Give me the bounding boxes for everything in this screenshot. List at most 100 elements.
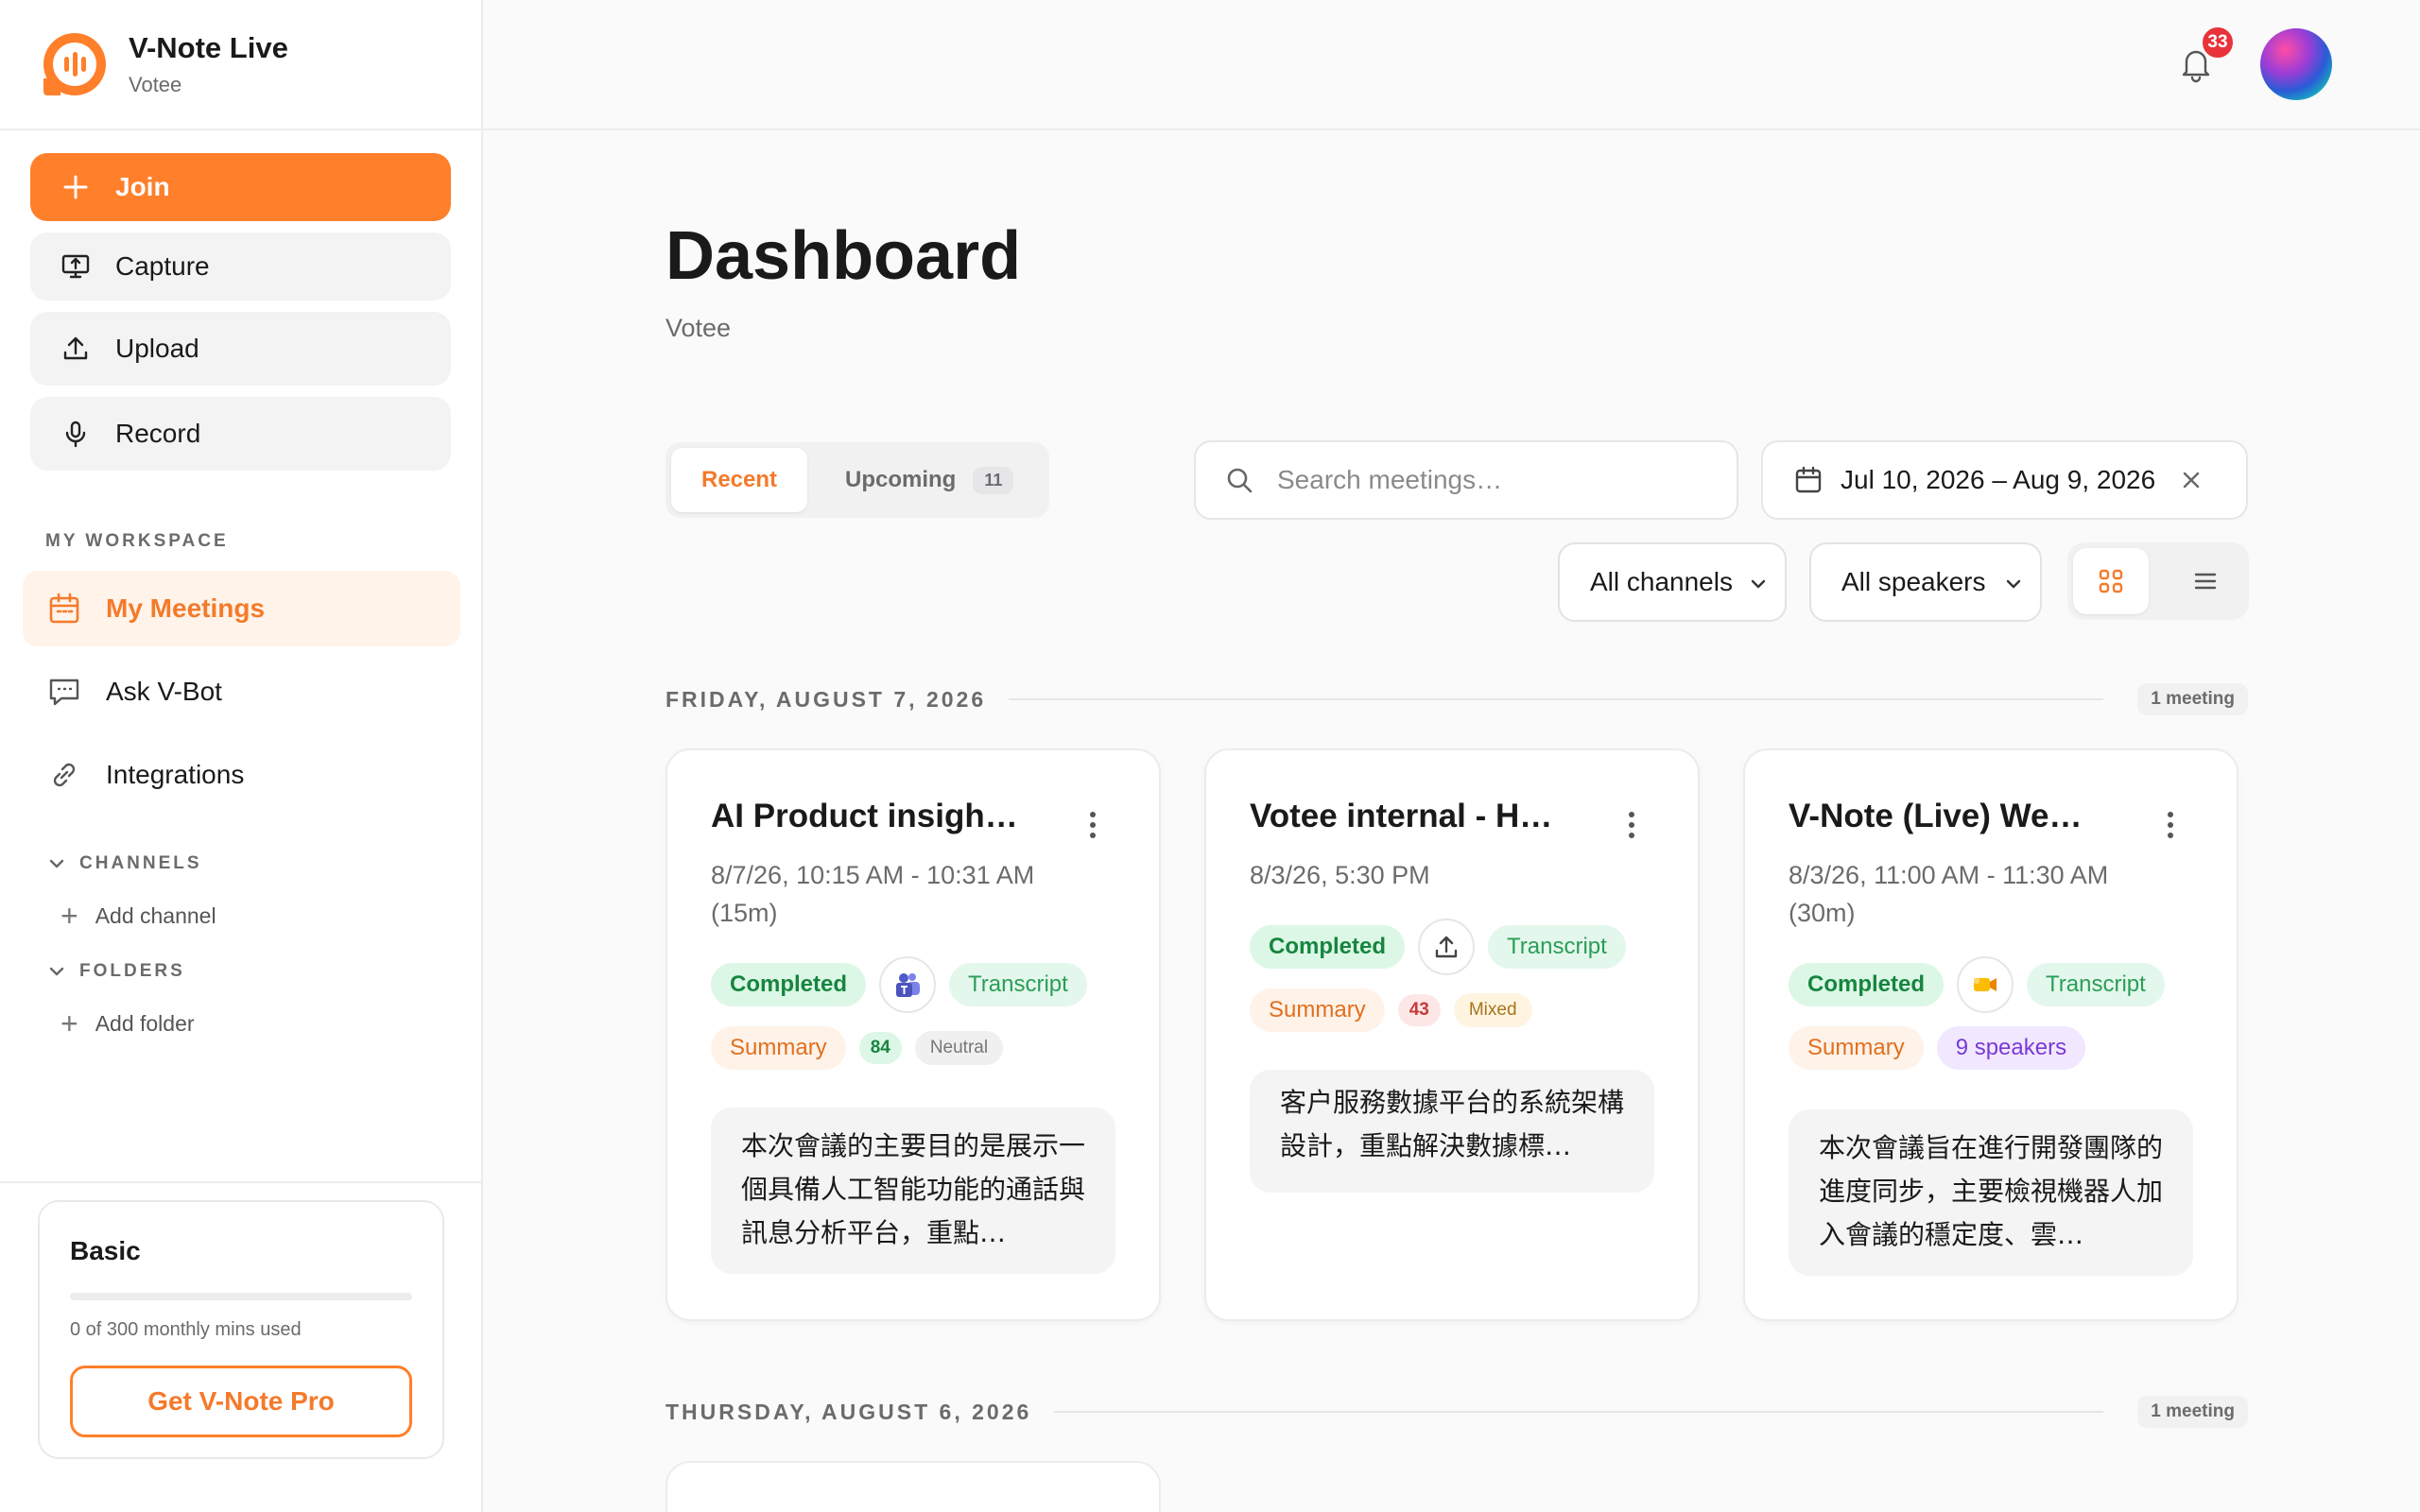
grid-icon <box>2099 569 2123 593</box>
day-header: THURSDAY, AUGUST 6, 2026 1 meeting <box>666 1393 2248 1431</box>
app-name: V-Note Live <box>129 31 288 64</box>
calendar-icon <box>1795 466 1822 493</box>
nav-integrations[interactable]: Integrations <box>23 737 460 813</box>
chevron-down-icon <box>2006 579 2021 589</box>
microphone-icon <box>60 419 91 449</box>
calendar-icon <box>49 593 79 624</box>
speakers-filter[interactable]: All speakers <box>1809 542 2042 622</box>
plus-icon: + <box>60 1005 78 1040</box>
add-channel-label: Add channel <box>95 902 216 928</box>
tab-upcoming[interactable]: Upcoming 11 <box>807 448 1014 512</box>
meeting-title: V-Note (Live) We… <box>1789 798 2083 834</box>
avatar[interactable] <box>2260 28 2332 100</box>
sentiment-badge: Mixed <box>1453 993 1532 1027</box>
more-options-icon[interactable] <box>2167 811 2174 839</box>
upcoming-count-badge: 11 <box>973 466 1014 494</box>
plan-name: Basic <box>70 1236 141 1265</box>
google-meet-icon <box>1957 956 2014 1013</box>
chevron-down-icon <box>49 859 64 868</box>
meeting-tags-row: Summary 84 Neutral <box>711 1026 1004 1070</box>
plan-section: Basic 0 of 300 monthly mins used Get V-N… <box>0 1181 483 1512</box>
more-options-icon[interactable] <box>1089 811 1097 839</box>
link-icon <box>53 763 76 787</box>
channels-filter[interactable]: All channels <box>1558 542 1787 622</box>
add-folder-label: Add folder <box>95 1010 195 1036</box>
status-badge: Completed <box>1250 925 1406 969</box>
date-range-picker[interactable]: Jul 10, 2026 – Aug 9, 2026 <box>1761 440 2248 520</box>
meeting-card[interactable]: Votee internal - H… 8/3/26, 5:30 PM Comp… <box>1204 748 1700 1321</box>
grid-view-button[interactable] <box>2073 548 2149 614</box>
tab-recent[interactable]: Recent <box>671 448 807 512</box>
channels-toggle[interactable]: CHANNELS <box>0 847 483 881</box>
list-view-button[interactable] <box>2168 548 2243 614</box>
sentiment-badge: Neutral <box>914 1031 1004 1065</box>
day-meeting-count: 1 meeting <box>2137 1396 2248 1428</box>
plan-card: Basic 0 of 300 monthly mins used Get V-N… <box>38 1200 444 1459</box>
meeting-card[interactable]: V-Note (Live) We… 8/3/26, 11:00 AM - 11:… <box>1743 748 2238 1321</box>
meeting-time: 8/3/26, 11:00 AM - 11:30 AM (30m) <box>1789 861 2109 927</box>
record-label: Record <box>115 419 201 448</box>
meeting-tags-row: Completed Transcript <box>1250 919 1626 975</box>
my-workspace-label: MY WORKSPACE <box>45 531 229 551</box>
plan-usage-bar <box>70 1293 412 1300</box>
upload-label: Upload <box>115 334 199 363</box>
upload-button[interactable]: Upload <box>30 312 451 386</box>
search-box <box>1194 440 1738 520</box>
tab-recent-label: Recent <box>700 467 778 492</box>
speakers-badge: 9 speakers <box>1936 1026 2086 1070</box>
day-header: FRIDAY, AUGUST 7, 2026 1 meeting <box>666 680 2248 718</box>
meeting-time: 8/7/26, 10:15 AM - 10:31 AM (15m) <box>711 861 1035 927</box>
folders-toggle[interactable]: FOLDERS <box>0 954 483 988</box>
day-label: THURSDAY, AUGUST 6, 2026 <box>666 1399 1032 1424</box>
chat-icon <box>49 679 79 706</box>
meeting-title: AI Product insigh… <box>711 798 1018 834</box>
day-meeting-count: 1 meeting <box>2137 683 2248 715</box>
search-input[interactable] <box>1277 465 1712 495</box>
meeting-tags-row: Completed Transcript <box>1789 956 2165 1013</box>
notification-badge: 33 <box>2200 25 2236 60</box>
summary-tag: Summary <box>1789 1026 1924 1070</box>
nav-my-meetings-label: My Meetings <box>106 593 266 623</box>
status-badge: Completed <box>711 963 867 1006</box>
speakers-filter-value: All speakers <box>1841 567 1986 596</box>
score-badge: 84 <box>858 1032 902 1064</box>
transcript-tag: Transcript <box>1488 925 1626 969</box>
nav-ask-v-bot-label: Ask V-Bot <box>106 677 222 706</box>
page-title: Dashboard <box>666 218 1022 294</box>
plus-icon <box>60 172 91 202</box>
chevron-down-icon <box>49 967 64 976</box>
capture-label: Capture <box>115 251 210 281</box>
channels-filter-value: All channels <box>1590 567 1733 596</box>
upload-icon <box>1418 919 1476 975</box>
score-badge: 43 <box>1397 994 1441 1026</box>
join-button[interactable]: Join <box>30 153 451 221</box>
meeting-card[interactable] <box>666 1461 1161 1512</box>
upgrade-button[interactable]: Get V-Note Pro <box>70 1366 412 1437</box>
meeting-time: 8/3/26, 5:30 PM <box>1250 861 1430 889</box>
record-button[interactable]: Record <box>30 397 451 471</box>
chevron-down-icon <box>1751 579 1766 589</box>
screen-capture-icon <box>60 251 91 282</box>
transcript-tag: Transcript <box>2027 963 2165 1006</box>
meeting-card[interactable]: AI Product insigh… 8/7/26, 10:15 AM - 10… <box>666 748 1161 1321</box>
capture-button[interactable]: Capture <box>30 232 451 301</box>
add-folder-button[interactable]: + Add folder <box>0 1000 483 1047</box>
status-badge: Completed <box>1789 963 1945 1006</box>
view-toggle <box>2067 542 2249 620</box>
page-subtitle: Votee <box>666 314 732 342</box>
meeting-title: Votee internal - H… <box>1250 798 1553 834</box>
clear-date-icon[interactable] <box>2178 467 2204 493</box>
upload-icon <box>60 334 91 364</box>
tab-upcoming-label: Upcoming <box>845 467 957 492</box>
nav-ask-v-bot[interactable]: Ask V-Bot <box>23 654 460 730</box>
summary-preview: 客户服務數據平台的系統架構設計，重點解決數據標… <box>1250 1070 1654 1193</box>
meeting-tags-row: Summary 43 Mixed <box>1250 988 1532 1032</box>
v-note-logo-icon <box>43 33 106 95</box>
more-options-icon[interactable] <box>1628 811 1635 839</box>
add-channel-button[interactable]: + Add channel <box>0 892 483 939</box>
meeting-tags-row: Summary 9 speakers <box>1789 1026 2086 1070</box>
workspace-name: Votee <box>129 73 182 96</box>
summary-tag: Summary <box>1250 988 1385 1032</box>
nav-my-meetings[interactable]: My Meetings <box>23 571 460 646</box>
transcript-tag: Transcript <box>949 963 1087 1006</box>
